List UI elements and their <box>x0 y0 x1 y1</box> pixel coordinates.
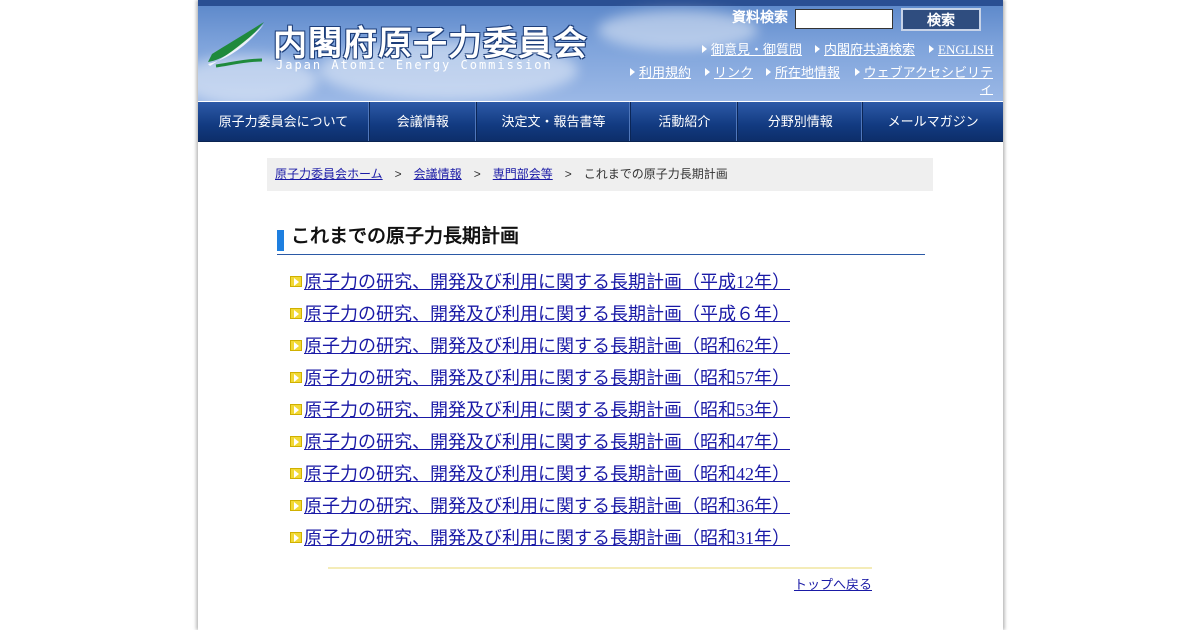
nav-item-activities[interactable]: 活動紹介 <box>631 102 739 141</box>
breadcrumb-current: これまでの原子力長期計画 <box>583 167 728 181</box>
breadcrumb-separator: > <box>564 167 572 181</box>
header-link-english[interactable]: ENGLISH <box>929 42 994 58</box>
bullet-arrow-icon <box>290 500 302 511</box>
site-subtitle: Japan Atomic Energy Commission <box>276 58 553 72</box>
nav-item-fields[interactable]: 分野別情報 <box>738 102 864 141</box>
header-link-common-search[interactable]: 内閣府共通検索 <box>815 42 915 58</box>
arrow-right-icon <box>854 68 860 76</box>
breadcrumb-link-meetings[interactable]: 会議情報 <box>414 167 462 181</box>
arrow-right-icon <box>705 68 710 76</box>
plan-link[interactable]: 原子力の研究、開発及び利用に関する長期計画（昭和57年） <box>304 366 790 390</box>
plan-link[interactable]: 原子力の研究、開発及び利用に関する長期計画（昭和62年） <box>304 334 790 358</box>
arrow-right-icon <box>815 45 820 53</box>
header-link-label: リンク <box>714 65 754 80</box>
header-link-links[interactable]: リンク <box>705 65 753 81</box>
header-link-accessibility[interactable]: ウェブアクセシビリティ <box>853 65 993 97</box>
arrow-right-icon <box>929 45 934 53</box>
global-nav: 原子力委員会について 会議情報 決定文・報告書等 活動紹介 分野別情報 メールマ… <box>198 102 1003 142</box>
jaec-logo-icon[interactable] <box>206 20 266 68</box>
breadcrumb-link-committees[interactable]: 専門部会等 <box>493 167 553 181</box>
plan-link[interactable]: 原子力の研究、開発及び利用に関する長期計画（平成６年） <box>304 302 790 326</box>
plan-link[interactable]: 原子力の研究、開発及び利用に関する長期計画（昭和36年） <box>304 494 790 518</box>
bullet-arrow-icon <box>290 276 302 287</box>
plan-link[interactable]: 原子力の研究、開発及び利用に関する長期計画（昭和53年） <box>304 398 790 422</box>
search-label: 資料検索 <box>732 9 788 25</box>
heading-bar <box>277 230 284 251</box>
header-link-location[interactable]: 所在地情報 <box>766 65 840 81</box>
arrow-right-icon <box>702 45 707 53</box>
site-header: 内閣府原子力委員会 Japan Atomic Energy Commission… <box>198 0 1003 101</box>
header-link-feedback[interactable]: 御意見・御質問 <box>702 42 802 58</box>
nav-item-decisions-reports[interactable]: 決定文・報告書等 <box>477 102 632 141</box>
back-to-top-link[interactable]: トップへ戻る <box>794 574 872 593</box>
header-link-label: 御意見・御質問 <box>711 42 803 57</box>
header-link-label: 所在地情報 <box>775 65 841 80</box>
content-divider <box>328 567 872 569</box>
plan-link[interactable]: 原子力の研究、開発及び利用に関する長期計画（昭和47年） <box>304 430 790 454</box>
header-link-terms[interactable]: 利用規約 <box>630 65 691 81</box>
breadcrumb-separator: > <box>473 167 481 181</box>
header-link-label: 利用規約 <box>639 65 692 80</box>
page-container: 内閣府原子力委員会 Japan Atomic Energy Commission… <box>198 0 1003 630</box>
arrow-right-icon <box>630 68 635 76</box>
header-link-label: ウェブアクセシビリティ <box>863 65 993 96</box>
bullet-arrow-icon <box>290 372 302 383</box>
nav-item-meetings[interactable]: 会議情報 <box>370 102 477 141</box>
breadcrumb: 原子力委員会ホーム > 会議情報 > 専門部会等 > これまでの原子力長期計画 <box>267 158 933 191</box>
breadcrumb-separator: > <box>394 167 402 181</box>
bullet-arrow-icon <box>290 468 302 479</box>
header-top-bar <box>198 0 1003 6</box>
search-input[interactable] <box>795 9 893 29</box>
plan-link[interactable]: 原子力の研究、開発及び利用に関する長期計画（昭和31年） <box>304 526 790 550</box>
nav-item-about[interactable]: 原子力委員会について <box>198 102 370 141</box>
arrow-right-icon <box>766 68 771 76</box>
plan-link[interactable]: 原子力の研究、開発及び利用に関する長期計画（平成12年） <box>304 270 790 294</box>
bullet-arrow-icon <box>290 340 302 351</box>
bullet-arrow-icon <box>290 308 302 319</box>
plan-link[interactable]: 原子力の研究、開発及び利用に関する長期計画（昭和42年） <box>304 462 790 486</box>
page-heading-block: これまでの原子力長期計画 <box>277 224 925 255</box>
nav-item-mail-magazine[interactable]: メールマガジン <box>863 102 1003 141</box>
bullet-arrow-icon <box>290 532 302 543</box>
header-link-label: ENGLISH <box>938 42 994 57</box>
bullet-arrow-icon <box>290 436 302 447</box>
bullet-arrow-icon <box>290 404 302 415</box>
header-link-label: 内閣府共通検索 <box>824 42 916 57</box>
page-title: これまでの原子力長期計画 <box>291 226 520 247</box>
breadcrumb-link-home[interactable]: 原子力委員会ホーム <box>275 167 383 181</box>
search-button[interactable]: 検索 <box>901 8 981 31</box>
